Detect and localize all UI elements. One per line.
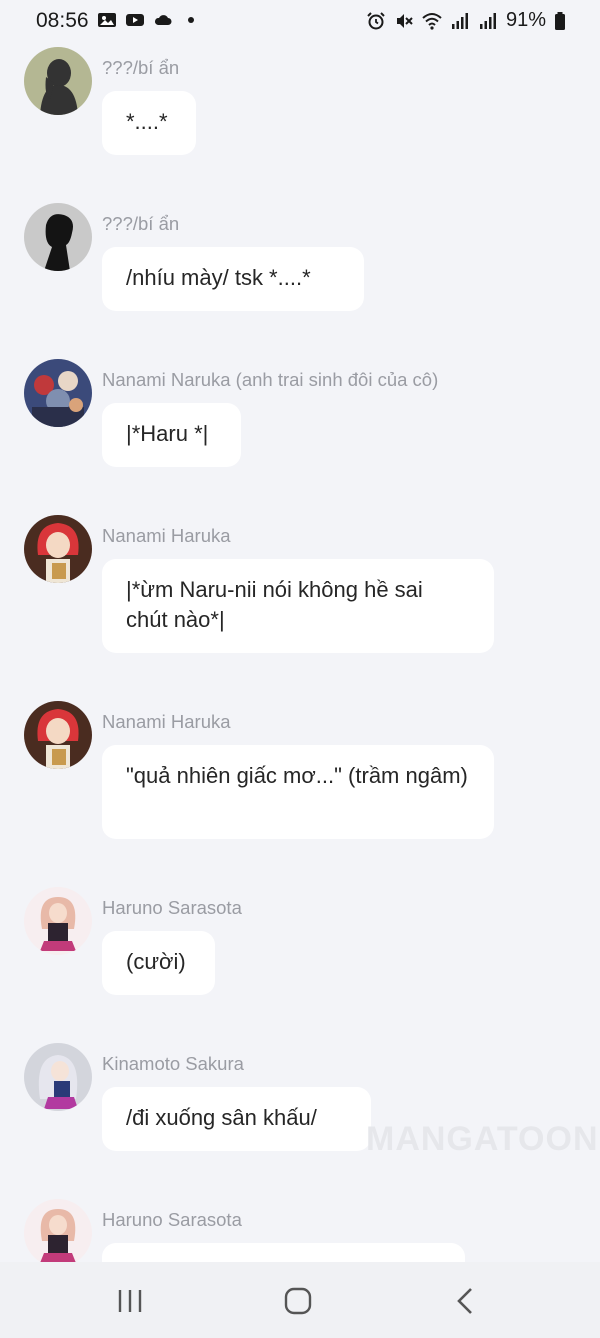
sender-name: Haruno Sarasota — [102, 1209, 242, 1230]
youtube-icon — [125, 10, 145, 30]
message-bubble[interactable] — [102, 1243, 465, 1262]
message-bubble[interactable]: *....* — [102, 91, 196, 155]
battery-percentage: 91% — [505, 9, 546, 31]
pink-hair-idol-avatar[interactable] — [24, 887, 92, 955]
wifi-icon — [422, 11, 442, 31]
chat-list[interactable]: ???/bí ẩn *....* ???/bí ẩn /nhíu mày/ ts… — [0, 40, 600, 1262]
message-bubble[interactable]: /đi xuống sân khấu/ — [102, 1087, 371, 1151]
pink-hair-idol-avatar[interactable] — [24, 1199, 92, 1262]
home-icon[interactable] — [281, 1284, 315, 1318]
navigation-bar — [0, 1262, 600, 1338]
message-text: "quả nhiên giấc mơ..." (trầm ngâm) — [126, 763, 468, 788]
image-icon — [97, 10, 117, 30]
red-hair-girl-avatar[interactable] — [24, 515, 92, 583]
watermark: MANGATOON — [366, 1120, 599, 1158]
silhouette-male-avatar[interactable] — [24, 203, 92, 271]
cloud-icon — [153, 10, 173, 30]
status-time: 08:56 — [36, 9, 89, 32]
sender-name: Nanami Haruka — [102, 711, 231, 732]
recent-apps-icon[interactable] — [113, 1284, 147, 1318]
silver-hair-idol-avatar[interactable] — [24, 1043, 92, 1111]
back-icon[interactable] — [449, 1284, 483, 1318]
battery-icon — [554, 11, 566, 31]
sender-name: Haruno Sarasota — [102, 897, 242, 918]
message-text: |*ừm Naru-nii nói không hề sai chút nào*… — [126, 577, 423, 632]
sender-name: ???/bí ẩn — [102, 213, 180, 234]
message-bubble[interactable]: |*ừm Naru-nii nói không hề sai chút nào*… — [102, 559, 494, 653]
status-bar: 08:56 91% — [0, 0, 600, 40]
message-bubble[interactable]: |*Haru *| — [102, 403, 241, 467]
message-text: /đi xuống sân khấu/ — [126, 1105, 317, 1130]
alarm-icon — [366, 11, 386, 31]
sender-name: Nanami Haruka — [102, 525, 231, 546]
message-bubble[interactable]: (cười) — [102, 931, 215, 995]
sender-name: ???/bí ẩn — [102, 57, 180, 78]
sender-name: Nanami Naruka (anh trai sinh đôi của cô) — [102, 369, 439, 390]
message-text: |*Haru *| — [126, 421, 209, 446]
mute-icon — [394, 11, 414, 31]
message-text: /nhíu mày/ tsk *....* — [126, 265, 311, 290]
silhouette-female-avatar[interactable] — [24, 47, 92, 115]
message-text: (cười) — [126, 949, 186, 974]
red-hair-girl-avatar[interactable] — [24, 701, 92, 769]
anime-group-avatar[interactable] — [24, 359, 92, 427]
message-bubble[interactable]: /nhíu mày/ tsk *....* — [102, 247, 364, 311]
message-text: *....* — [126, 109, 168, 134]
dot-icon — [181, 10, 201, 30]
signal-icon — [478, 11, 498, 31]
signal-icon — [450, 11, 470, 31]
message-bubble[interactable]: "quả nhiên giấc mơ..." (trầm ngâm) — [102, 745, 494, 839]
sender-name: Kinamoto Sakura — [102, 1053, 244, 1074]
